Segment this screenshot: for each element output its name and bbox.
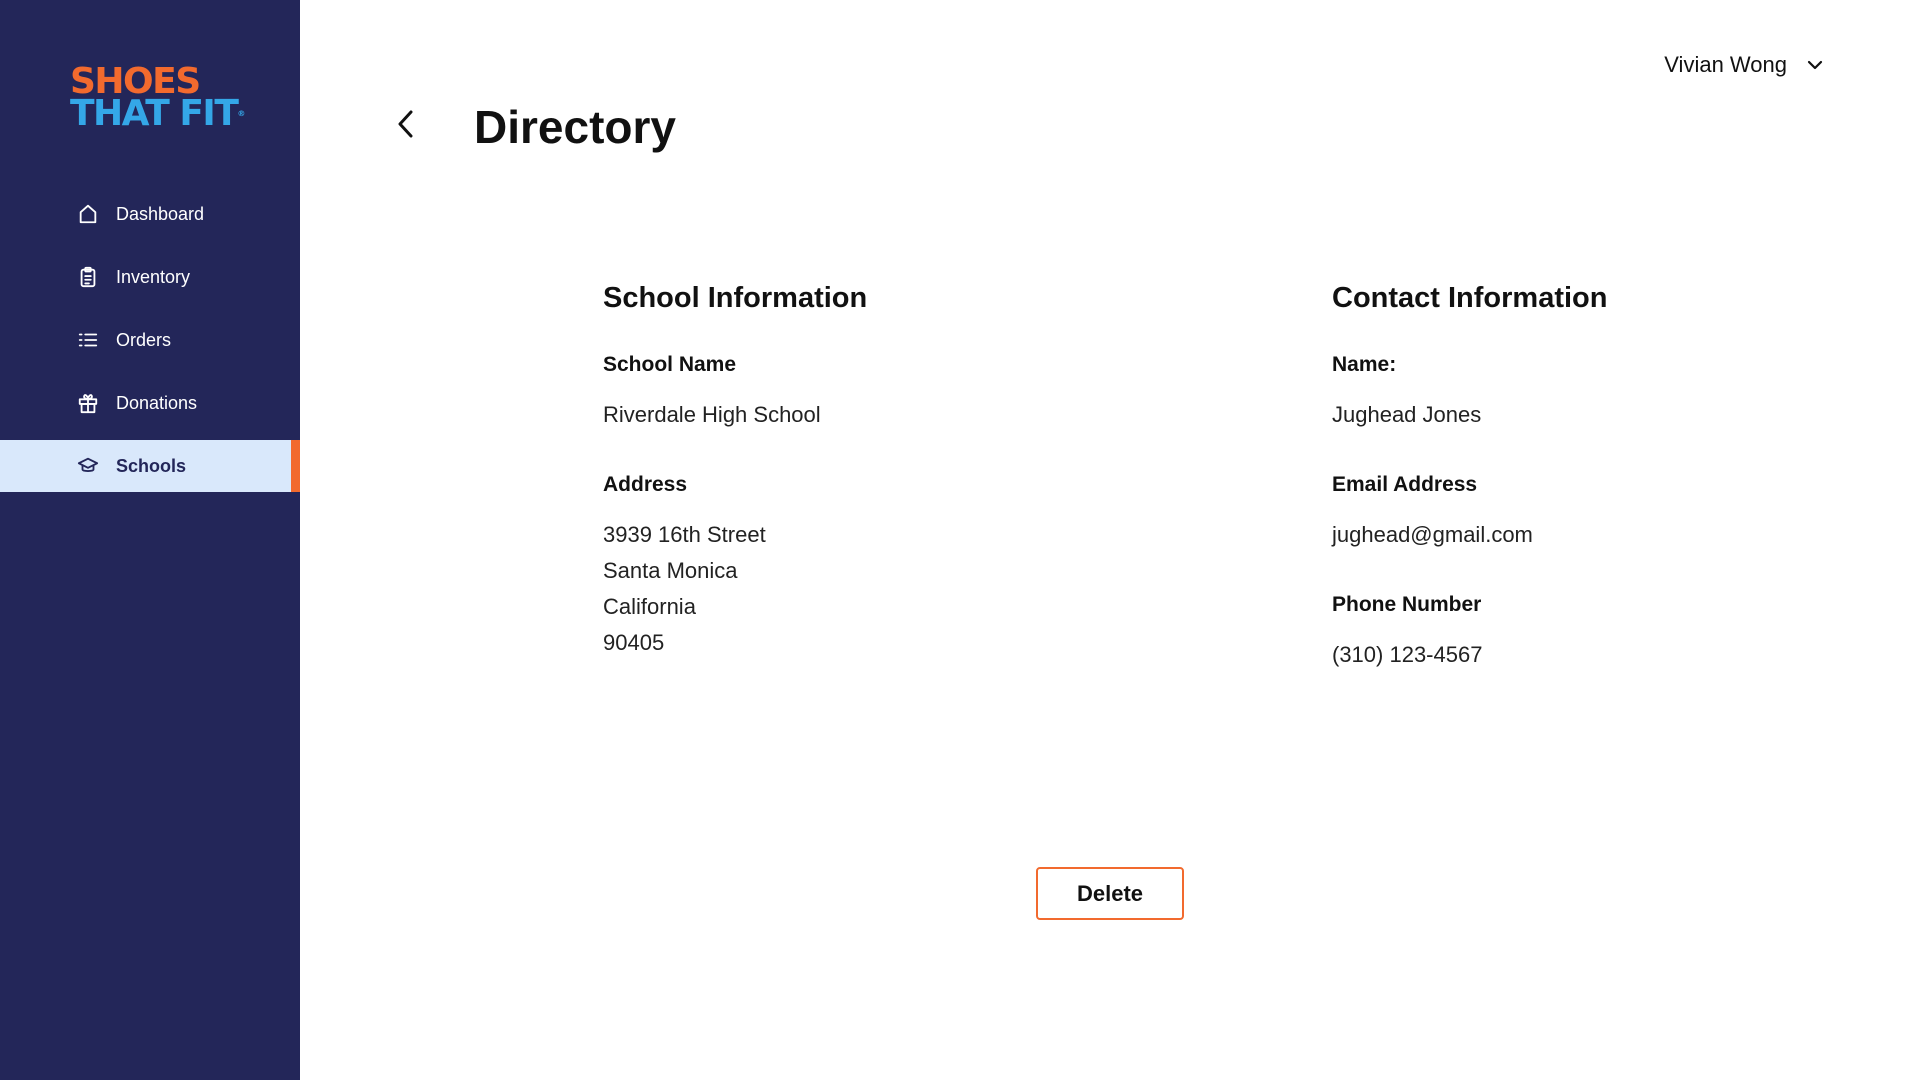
field-label: School Name bbox=[603, 353, 737, 376]
sidebar-item-label: Orders bbox=[116, 329, 172, 350]
email-value: jughead@gmail.com bbox=[1332, 522, 1533, 547]
section-title: School Information bbox=[603, 282, 868, 314]
list-icon bbox=[76, 328, 100, 352]
address-line: 90405 bbox=[603, 630, 665, 655]
school-information-section: School Information School Name Riverdale… bbox=[603, 282, 1063, 701]
contact-name-field: Name: Jughead Jones bbox=[1332, 353, 1792, 433]
clipboard-icon bbox=[76, 265, 100, 289]
graduation-cap-icon bbox=[76, 454, 100, 478]
page-title: Directory bbox=[474, 101, 676, 153]
sidebar-item-label: Schools bbox=[116, 455, 187, 476]
logo-line-2: THAT FIT® bbox=[70, 93, 246, 134]
address-line: 3939 16th Street bbox=[603, 522, 766, 547]
back-button[interactable] bbox=[390, 110, 422, 142]
sidebar-item-orders[interactable]: Orders bbox=[0, 314, 300, 366]
home-icon bbox=[76, 202, 100, 226]
app: SHOES THAT FIT® Dashboard Inventory Orde… bbox=[0, 0, 1920, 1080]
field-label: Email Address bbox=[1332, 473, 1478, 496]
section-title: Contact Information bbox=[1332, 282, 1608, 314]
sidebar-nav: Dashboard Inventory Orders Donations Sch… bbox=[0, 188, 300, 503]
phone-field: Phone Number (310) 123-4567 bbox=[1332, 593, 1792, 673]
contact-information-section: Contact Information Name: Jughead Jones … bbox=[1332, 282, 1792, 713]
sidebar-item-inventory[interactable]: Inventory bbox=[0, 251, 300, 303]
gift-icon bbox=[76, 391, 100, 415]
shoes-that-fit-logo[interactable]: SHOES THAT FIT® bbox=[70, 64, 246, 134]
school-name-value: Riverdale High School bbox=[603, 402, 821, 427]
chevron-down-icon bbox=[1805, 55, 1825, 75]
delete-button[interactable]: Delete bbox=[1036, 867, 1184, 920]
address-field: Address 3939 16th Street Santa Monica Ca… bbox=[603, 473, 1063, 661]
sidebar-item-dashboard[interactable]: Dashboard bbox=[0, 188, 300, 240]
user-menu[interactable]: Vivian Wong bbox=[1664, 52, 1825, 78]
sidebar-item-label: Dashboard bbox=[116, 203, 205, 224]
address-line: California bbox=[603, 594, 696, 619]
field-label: Name: bbox=[1332, 353, 1397, 376]
sidebar: SHOES THAT FIT® Dashboard Inventory Orde… bbox=[0, 0, 300, 1080]
phone-value: (310) 123-4567 bbox=[1332, 642, 1483, 667]
school-name-field: School Name Riverdale High School bbox=[603, 353, 1063, 433]
sidebar-item-label: Donations bbox=[116, 392, 198, 413]
field-label: Phone Number bbox=[1332, 593, 1482, 616]
field-label: Address bbox=[603, 473, 688, 496]
sidebar-item-schools[interactable]: Schools bbox=[0, 440, 300, 492]
sidebar-item-donations[interactable]: Donations bbox=[0, 377, 300, 429]
user-name: Vivian Wong bbox=[1664, 52, 1787, 77]
address-line: Santa Monica bbox=[603, 558, 738, 583]
contact-name-value: Jughead Jones bbox=[1332, 402, 1482, 427]
sidebar-item-label: Inventory bbox=[116, 266, 191, 287]
chevron-left-icon bbox=[394, 109, 418, 144]
email-field: Email Address jughead@gmail.com bbox=[1332, 473, 1792, 553]
